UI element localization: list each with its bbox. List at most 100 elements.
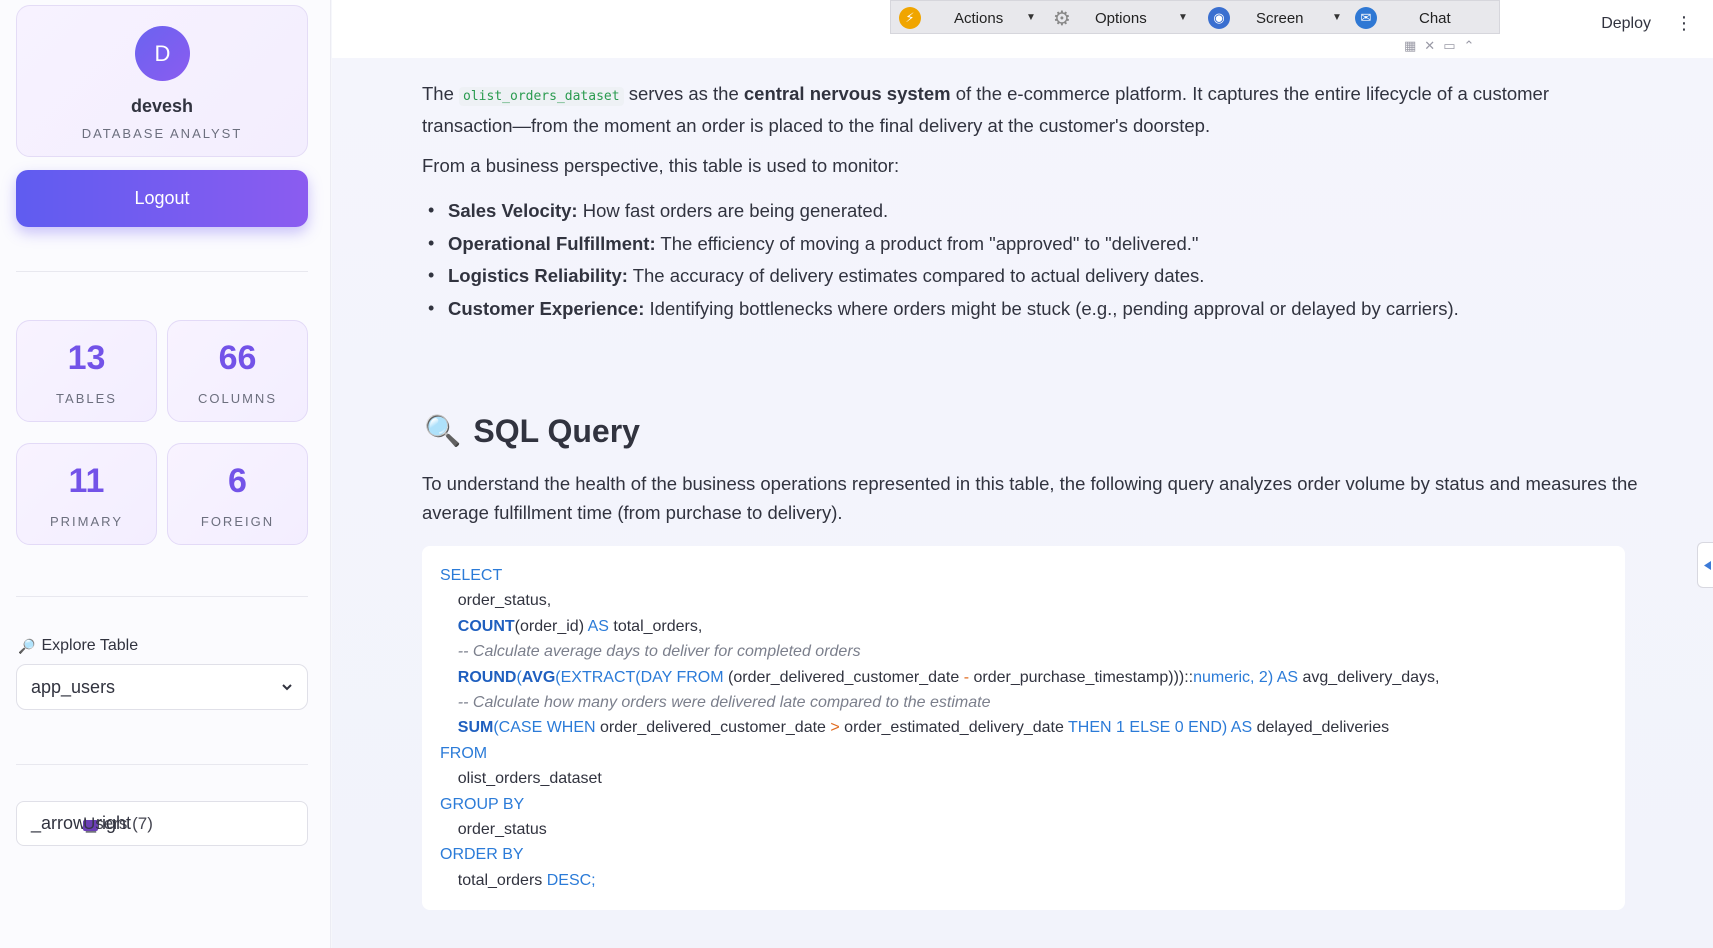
code-token: (EXTRACT(	[555, 668, 641, 686]
code-token: 2	[1258, 668, 1268, 686]
close-icon[interactable]: ✕	[1424, 38, 1435, 54]
toolbar-actions[interactable]: ⚡ Actions	[899, 1, 1003, 35]
stat-label: PRIMARY	[50, 514, 123, 529]
chevron-down-icon	[282, 684, 292, 691]
search-icon: 🔎	[18, 637, 36, 654]
text: serves as the	[623, 83, 744, 104]
stat-card-foreign: 6 FOREIGN	[167, 443, 308, 545]
business-paragraph: From a business perspective, this table …	[422, 155, 900, 176]
table-select[interactable]: app_users	[16, 664, 308, 710]
code-token: )	[1221, 719, 1231, 737]
code-token: order_delivered_customer_date	[595, 719, 831, 737]
monitor-icon[interactable]: ▭	[1443, 38, 1455, 54]
list-item: Operational Fulfillment: The efficiency …	[422, 233, 1622, 266]
code-token: DAY FROM	[640, 668, 724, 686]
caret-down-icon[interactable]: ▼	[1026, 12, 1036, 23]
code-token: ELSE	[1129, 719, 1171, 737]
list-text: Identifying bottlenecks where orders mig…	[644, 297, 1459, 319]
list-text: The accuracy of delivery estimates compa…	[627, 265, 1205, 286]
code-token: GROUP BY	[440, 795, 525, 813]
users-expander[interactable]: _arrow_right Users (7)	[16, 801, 308, 846]
intro-paragraph: The olist_orders_dataset serves as the c…	[422, 79, 1612, 140]
list-term: Logistics Reliability:	[448, 265, 628, 286]
toolbar-actions-label: Actions	[954, 9, 1004, 27]
collapse-icon[interactable]: ⌃	[1464, 38, 1475, 54]
code-token: 1	[1111, 719, 1130, 737]
expander-label: Users (7)	[83, 813, 153, 833]
toolbar-screen-label: Screen	[1256, 9, 1304, 27]
chat-icon: ✉	[1355, 7, 1377, 29]
deploy-button[interactable]: Deploy	[1601, 15, 1651, 33]
toolbar: ⚡ Actions ▼ ⚙ Options ▼ ◉ Screen ▼ ✉ Cha…	[890, 0, 1500, 34]
code-token: AS	[587, 617, 609, 635]
bold-text: central nervous system	[743, 83, 951, 104]
code-token: delayed_deliveries	[1252, 719, 1390, 737]
code-token: FROM	[440, 744, 488, 762]
toolbar-screen[interactable]: ◉ Screen	[1208, 1, 1304, 35]
list-item: Logistics Reliability: The accuracy of d…	[422, 265, 1622, 298]
stat-card-columns: 66 COLUMNS	[167, 320, 308, 422]
profile-name: devesh	[130, 96, 194, 116]
text: The	[422, 83, 460, 104]
lightning-icon: ⚡	[899, 7, 921, 29]
list-term: Sales Velocity:	[448, 200, 578, 221]
code-token: THEN	[1068, 719, 1112, 737]
code-token: SUM	[457, 719, 494, 737]
explore-table-label: 🔎 Explore Table	[18, 637, 138, 655]
toolbar-chat-label: Chat	[1419, 9, 1451, 27]
code-token: AS	[1230, 719, 1253, 737]
list-term: Operational Fulfillment:	[448, 232, 656, 254]
code-token: total_orders	[457, 871, 547, 889]
code-token: avg_delivery_days,	[1298, 668, 1440, 686]
stat-card-primary: 11 PRIMARY	[16, 443, 157, 545]
grid-icon[interactable]: ▦	[1404, 38, 1416, 54]
stat-label: COLUMNS	[197, 391, 277, 406]
sidebar: D devesh DATABASE ANALYST Logout 13 TABL…	[0, 0, 331, 948]
kebab-menu-icon[interactable]: ⋮	[1675, 14, 1693, 32]
code-token: total_orders,	[608, 617, 703, 635]
list-term: Customer Experience:	[448, 297, 645, 319]
list-text: How fast orders are being generated.	[577, 200, 889, 221]
stat-value: 13	[67, 339, 106, 377]
code-token: order_purchase_timestamp)))::	[969, 668, 1194, 686]
heading-text: SQL Query	[473, 413, 640, 449]
code-token: (order_id)	[514, 617, 588, 635]
sidebar-divider	[16, 271, 308, 272]
code-token: COUNT	[457, 617, 515, 635]
code-token: 0	[1170, 719, 1189, 737]
stat-card-tables: 13 TABLES	[16, 320, 157, 422]
code-token: order_status	[457, 821, 547, 839]
toolbar-chat[interactable]: ✉ Chat	[1355, 1, 1451, 35]
bullet-list: Sales Velocity: How fast orders are bein…	[422, 200, 1622, 330]
inline-code: olist_orders_dataset	[459, 87, 624, 106]
caret-down-icon[interactable]: ▼	[1332, 12, 1342, 23]
toolbar-mini-controls: ▦ ✕ ▭ ⌃	[1404, 38, 1474, 54]
gear-icon: ⚙	[1053, 7, 1071, 30]
code-token: >	[830, 719, 840, 737]
magnifier-icon: 🔍	[424, 415, 462, 448]
toolbar-options[interactable]: ⚙ Options	[1051, 1, 1147, 35]
sql-query-heading: 🔍 SQL Query	[424, 413, 640, 450]
stat-value: 6	[228, 462, 247, 500]
profile-role: DATABASE ANALYST	[81, 126, 243, 141]
code-token: ORDER BY	[440, 846, 524, 864]
code-token: CASE WHEN	[498, 719, 596, 737]
side-panel-toggle[interactable]	[1697, 542, 1713, 588]
stat-value: 66	[218, 339, 257, 377]
code-token: ,	[1250, 668, 1259, 686]
camera-icon: ◉	[1208, 7, 1230, 29]
code-comment: -- Calculate average days to deliver for…	[457, 643, 861, 661]
stat-label: FOREIGN	[200, 514, 275, 529]
code-token: DESC;	[546, 871, 596, 889]
sidebar-divider	[16, 596, 308, 597]
toolbar-options-label: Options	[1095, 9, 1147, 27]
stat-value: 11	[68, 462, 105, 500]
caret-down-icon[interactable]: ▼	[1178, 12, 1188, 23]
avatar: D	[135, 26, 190, 81]
sql-code-block[interactable]: SELECT order_status, COUNT(order_id) AS …	[422, 546, 1625, 910]
code-token: AS	[1276, 668, 1299, 686]
profile-card: D devesh DATABASE ANALYST	[16, 5, 308, 157]
query-description: To understand the health of the business…	[422, 473, 1638, 523]
logout-button[interactable]: Logout	[16, 170, 308, 227]
code-token: END	[1188, 719, 1222, 737]
